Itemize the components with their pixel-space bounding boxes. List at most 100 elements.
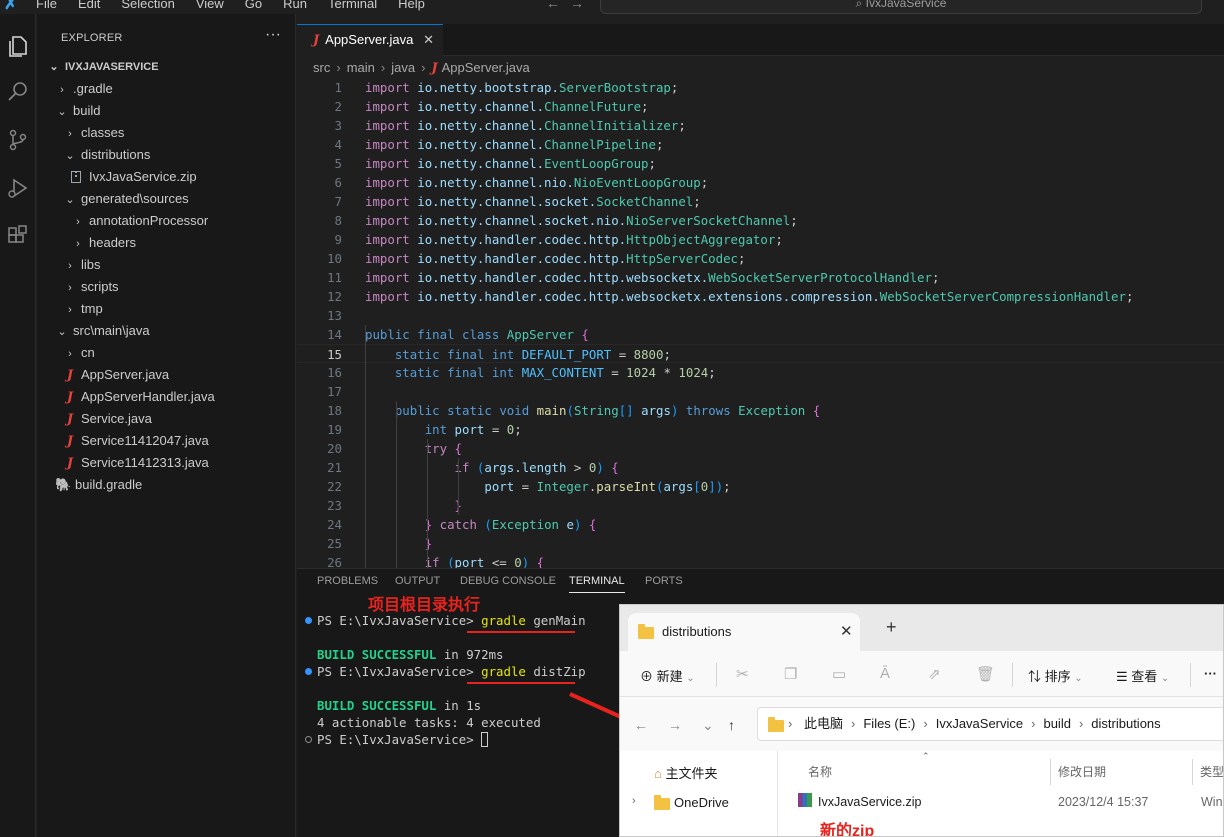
nav-home[interactable]: ⌂ 主文件夹 [654, 763, 718, 782]
breadcrumb-java[interactable]: java [391, 60, 415, 75]
tree-item[interactable]: J Service11412047.java [37, 430, 296, 452]
nav-arrows-icon[interactable]: ←→ [546, 0, 594, 11]
code-line[interactable]: 13 [297, 306, 1224, 325]
close-icon[interactable]: ✕ [840, 622, 853, 640]
code-line[interactable]: 10 import io.netty.handler.codec.http.Htt… [297, 249, 1224, 268]
path-distributions[interactable]: distributions [1091, 716, 1160, 731]
paste-icon[interactable]: ▭ [832, 665, 846, 683]
tree-item[interactable]: J AppServer.java [37, 364, 296, 386]
code-line[interactable]: 17 [297, 382, 1224, 401]
code-line[interactable]: 4 import io.netty.channel.ChannelPipeline… [297, 135, 1224, 154]
column-name[interactable]: 名称 [808, 763, 832, 780]
panel-tab-problems[interactable]: PROBLEMS [317, 575, 378, 587]
code-line[interactable]: 15 static final int DEFAULT_PORT = 8800; [297, 344, 1224, 363]
code-line[interactable]: 6 import io.netty.channel.nio.NioEventLoo… [297, 173, 1224, 192]
run-debug-icon[interactable] [4, 174, 32, 202]
menu-run[interactable]: Run [283, 0, 307, 11]
more-actions-icon[interactable]: ··· [265, 26, 281, 44]
code-line[interactable]: 9 import io.netty.handler.codec.http.Http… [297, 230, 1224, 249]
tree-item[interactable]: › .gradle [37, 78, 296, 100]
code-line[interactable]: 14 public final class AppServer { [297, 325, 1224, 344]
tree-item[interactable]: ⌄ build [37, 100, 296, 122]
code-editor[interactable]: 1 import io.netty.bootstrap.ServerBootstr… [297, 78, 1224, 568]
explorer-tab-distributions[interactable]: distributions ✕ [628, 613, 860, 651]
tree-item[interactable]: ⌄ distributions [37, 144, 296, 166]
tree-item[interactable]: J Service.java [37, 408, 296, 430]
path-this-pc[interactable]: 此电脑 [804, 716, 843, 731]
code-line[interactable]: 26 if (port <= 0) { [297, 553, 1224, 568]
sort-button[interactable]: ⇅ 排序 ⌄ [1028, 666, 1083, 685]
panel-tab-terminal[interactable]: TERMINAL [569, 575, 625, 593]
code-line[interactable]: 2 import io.netty.channel.ChannelFuture; [297, 97, 1224, 116]
column-type[interactable]: 类型 [1200, 763, 1223, 780]
tree-item[interactable]: › headers [37, 232, 296, 254]
code-line[interactable]: 25 } [297, 534, 1224, 553]
panel-tab-output[interactable]: OUTPUT [395, 575, 440, 587]
tab-appserver-java[interactable]: J AppServer.java ✕ [297, 24, 443, 56]
back-icon[interactable]: ← [634, 717, 648, 733]
rename-icon[interactable]: Ā [880, 665, 890, 682]
panel-tab-ports[interactable]: PORTS [645, 575, 683, 587]
extensions-icon[interactable] [4, 222, 32, 250]
tree-item[interactable]: J AppServerHandler.java [37, 386, 296, 408]
menu-selection[interactable]: Selection [121, 0, 174, 11]
code-line[interactable]: 21 if (args.length > 0) { [297, 458, 1224, 477]
menu-help[interactable]: Help [398, 0, 425, 11]
menu-view[interactable]: View [196, 0, 224, 11]
command-center-search[interactable]: ⌕ IvxJavaService [600, 0, 1202, 14]
tree-item[interactable]: IvxJavaService.zip [37, 166, 296, 188]
tree-item[interactable]: ⌄ IVXJAVASERVICE [37, 56, 296, 78]
close-tab-icon[interactable]: ✕ [423, 25, 434, 55]
nav-onedrive[interactable]: OneDrive [674, 795, 729, 810]
tree-item[interactable]: › annotationProcessor [37, 210, 296, 232]
more-options-button[interactable]: ··· [1204, 666, 1217, 681]
menu-edit[interactable]: Edit [78, 0, 100, 11]
new-button[interactable]: ⊕ 新建 ⌄ [640, 666, 695, 685]
menu-file[interactable]: File [36, 0, 57, 11]
search-icon[interactable] [4, 78, 32, 106]
code-line[interactable]: 20 try { [297, 439, 1224, 458]
up-icon[interactable]: ↑ [728, 717, 735, 733]
code-line[interactable]: 11 import io.netty.handler.codec.http.web… [297, 268, 1224, 287]
code-line[interactable]: 7 import io.netty.channel.socket.SocketCh… [297, 192, 1224, 211]
column-modified[interactable]: 修改日期 [1058, 763, 1106, 780]
code-line[interactable]: 23 } [297, 496, 1224, 515]
panel-tab-debug-console[interactable]: DEBUG CONSOLE [460, 575, 556, 587]
path-project[interactable]: IvxJavaService [936, 716, 1023, 731]
code-line[interactable]: 18 public static void main(String[] args… [297, 401, 1224, 420]
tree-item[interactable]: J Service11412313.java [37, 452, 296, 474]
menu-terminal[interactable]: Terminal [328, 0, 377, 11]
tree-item[interactable]: › libs [37, 254, 296, 276]
path-build[interactable]: build [1043, 716, 1070, 731]
code-line[interactable]: 16 static final int MAX_CONTENT = 1024 *… [297, 363, 1224, 382]
tree-item[interactable]: › tmp [37, 298, 296, 320]
tree-item[interactable]: ⌄ src\main\java [37, 320, 296, 342]
recent-dropdown-icon[interactable]: ⌄ [702, 717, 714, 734]
delete-icon[interactable]: 🗑 [976, 665, 995, 683]
new-tab-icon[interactable]: + [886, 617, 897, 638]
code-line[interactable]: 8 import io.netty.channel.socket.nio.NioS… [297, 211, 1224, 230]
code-line[interactable]: 3 import io.netty.channel.ChannelInitiali… [297, 116, 1224, 135]
code-line[interactable]: 19 int port = 0; [297, 420, 1224, 439]
tree-item[interactable]: › classes [37, 122, 296, 144]
explorer-icon[interactable] [4, 32, 32, 60]
menu-go[interactable]: Go [245, 0, 262, 11]
code-line[interactable]: 5 import io.netty.channel.EventLoopGroup; [297, 154, 1224, 173]
copy-icon[interactable]: ❐ [784, 665, 797, 683]
code-line[interactable]: 24 } catch (Exception e) { [297, 515, 1224, 534]
tree-item[interactable]: › scripts [37, 276, 296, 298]
cut-icon[interactable]: ✂ [736, 665, 749, 683]
forward-icon[interactable]: → [668, 717, 682, 733]
share-icon[interactable]: ⇗ [928, 665, 941, 683]
code-line[interactable]: 12 import io.netty.handler.codec.http.web… [297, 287, 1224, 306]
tree-item[interactable]: ⌄ generated\sources [37, 188, 296, 210]
tree-item[interactable]: 🐘 build.gradle [37, 474, 296, 496]
chevron-right-icon[interactable]: › [632, 795, 636, 807]
tree-item[interactable]: › cn [37, 342, 296, 364]
breadcrumb-src[interactable]: src [313, 60, 330, 75]
code-line[interactable]: 1 import io.netty.bootstrap.ServerBootstr… [297, 78, 1224, 97]
source-control-icon[interactable] [4, 126, 32, 154]
view-button[interactable]: ☰ 查看 ⌄ [1116, 666, 1169, 685]
code-line[interactable]: 22 port = Integer.parseInt(args[0]); [297, 477, 1224, 496]
path-drive[interactable]: Files (E:) [863, 716, 915, 731]
